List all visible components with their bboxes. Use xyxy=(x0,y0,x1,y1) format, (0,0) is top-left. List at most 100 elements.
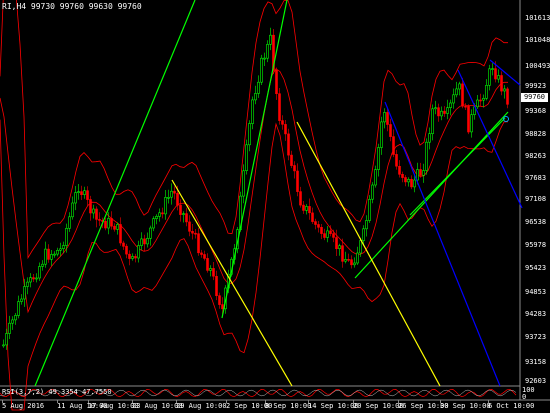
date-tick-mark xyxy=(488,400,489,403)
bull-candle xyxy=(482,98,485,101)
date-tick: 20 Sep 10:00 xyxy=(353,402,404,410)
bull-candle xyxy=(74,192,77,204)
bull-candle xyxy=(434,107,437,110)
bull-candle xyxy=(425,141,428,171)
bull-candle xyxy=(131,256,134,259)
date-tick: 5 Aug 2016 xyxy=(2,402,45,410)
bull-candle xyxy=(107,218,110,229)
bear-candle xyxy=(122,242,125,247)
date-tick-mark xyxy=(265,400,266,403)
bull-candle xyxy=(371,184,374,200)
price-tick: 96538 xyxy=(525,218,547,226)
date-tick-mark xyxy=(353,400,354,403)
bear-candle xyxy=(299,191,302,206)
bear-candle xyxy=(410,179,413,188)
bear-candle xyxy=(188,221,191,232)
chart-window[interactable]: RI,H4 99730 99760 99630 99760 101613 1010… xyxy=(0,0,550,413)
bear-candle xyxy=(275,70,278,95)
bull-candle xyxy=(497,75,500,80)
bull-candle xyxy=(251,99,254,124)
date-tick-mark xyxy=(308,400,309,403)
bear-candle xyxy=(185,213,188,223)
bull-candle xyxy=(56,250,59,255)
date-tick: 29 Aug 10:00 xyxy=(176,402,227,410)
date-tick-mark xyxy=(226,400,227,403)
bull-candle xyxy=(155,216,158,220)
bull-candle xyxy=(26,281,29,287)
date-tick: 17 Aug 10:00 xyxy=(88,402,139,410)
bull-candle xyxy=(92,208,95,214)
bull-candle xyxy=(344,258,347,262)
bull-candle xyxy=(431,108,434,135)
bull-candle xyxy=(263,57,266,60)
price-axis: 101613 101048 100493 99923 99368 98828 98263 97… xyxy=(520,0,550,386)
date-tick: 6 Oct 10:00 xyxy=(488,402,535,410)
bull-candle xyxy=(11,319,14,324)
date-tick-mark xyxy=(440,400,441,403)
bull-candle xyxy=(137,245,140,259)
bear-candle xyxy=(293,165,296,172)
bull-candle xyxy=(41,263,44,267)
price-chart[interactable] xyxy=(0,0,550,413)
bull-candle xyxy=(422,170,425,176)
bear-candle xyxy=(32,277,35,280)
bull-candle xyxy=(5,333,8,346)
price-tick: 94283 xyxy=(525,310,547,318)
bear-candle xyxy=(323,233,326,238)
bear-candle xyxy=(329,230,332,234)
bear-candle xyxy=(86,190,89,200)
bull-candle xyxy=(14,315,17,321)
bull-candle xyxy=(71,202,74,218)
bear-candle xyxy=(443,110,446,114)
price-tick: 100493 xyxy=(525,62,550,70)
date-axis: 5 Aug 2016 11 Aug 10:00 17 Aug 10:00 23 Aug… xyxy=(0,400,550,413)
bull-candle xyxy=(254,93,257,101)
bull-candle xyxy=(359,240,362,254)
bull-candle xyxy=(476,99,479,108)
price-tick: 93158 xyxy=(525,358,547,366)
bull-candle xyxy=(407,179,410,183)
bull-candle xyxy=(248,123,251,146)
bear-candle xyxy=(341,245,344,262)
bull-candle xyxy=(257,81,260,94)
bear-candle xyxy=(47,248,50,260)
bear-candle xyxy=(467,106,470,133)
bear-candle xyxy=(113,225,116,230)
bull-candle xyxy=(152,218,155,229)
bull-candle xyxy=(260,57,263,83)
bull-candle xyxy=(377,147,380,170)
bull-candle xyxy=(266,44,269,59)
indicator-axis: 100 0 xyxy=(522,387,535,401)
bear-candle xyxy=(281,120,284,125)
bear-candle xyxy=(335,237,338,249)
bull-candle xyxy=(455,88,458,96)
bull-candle xyxy=(338,245,341,249)
bull-candle xyxy=(362,228,365,241)
bull-candle xyxy=(149,227,152,239)
bear-candle xyxy=(200,252,203,255)
bull-candle xyxy=(470,114,473,133)
bull-candle xyxy=(158,212,161,217)
bear-candle xyxy=(179,204,182,215)
bear-candle xyxy=(347,258,350,261)
bear-candle xyxy=(218,295,221,305)
bear-candle xyxy=(386,112,389,125)
bull-candle xyxy=(380,121,383,148)
bull-candle xyxy=(146,238,149,245)
bear-candle xyxy=(314,221,317,225)
bull-candle xyxy=(167,197,170,199)
bull-candle xyxy=(485,85,488,99)
price-tick: 97108 xyxy=(525,195,547,203)
bull-candle xyxy=(35,277,38,280)
date-tick-mark xyxy=(2,400,3,403)
rsi-indicator-label: RSI(3,7,2) 49.3354 47.7550 xyxy=(2,388,112,396)
bear-candle xyxy=(401,174,404,178)
date-tick: 8 Sep 10:00 xyxy=(265,402,312,410)
bull-candle xyxy=(140,238,143,246)
bull-candle xyxy=(365,220,368,230)
bear-candle xyxy=(176,193,179,206)
bull-candle xyxy=(416,169,419,181)
date-tick-mark xyxy=(57,400,58,403)
bear-candle xyxy=(98,219,101,221)
price-tick: 98263 xyxy=(525,152,547,160)
